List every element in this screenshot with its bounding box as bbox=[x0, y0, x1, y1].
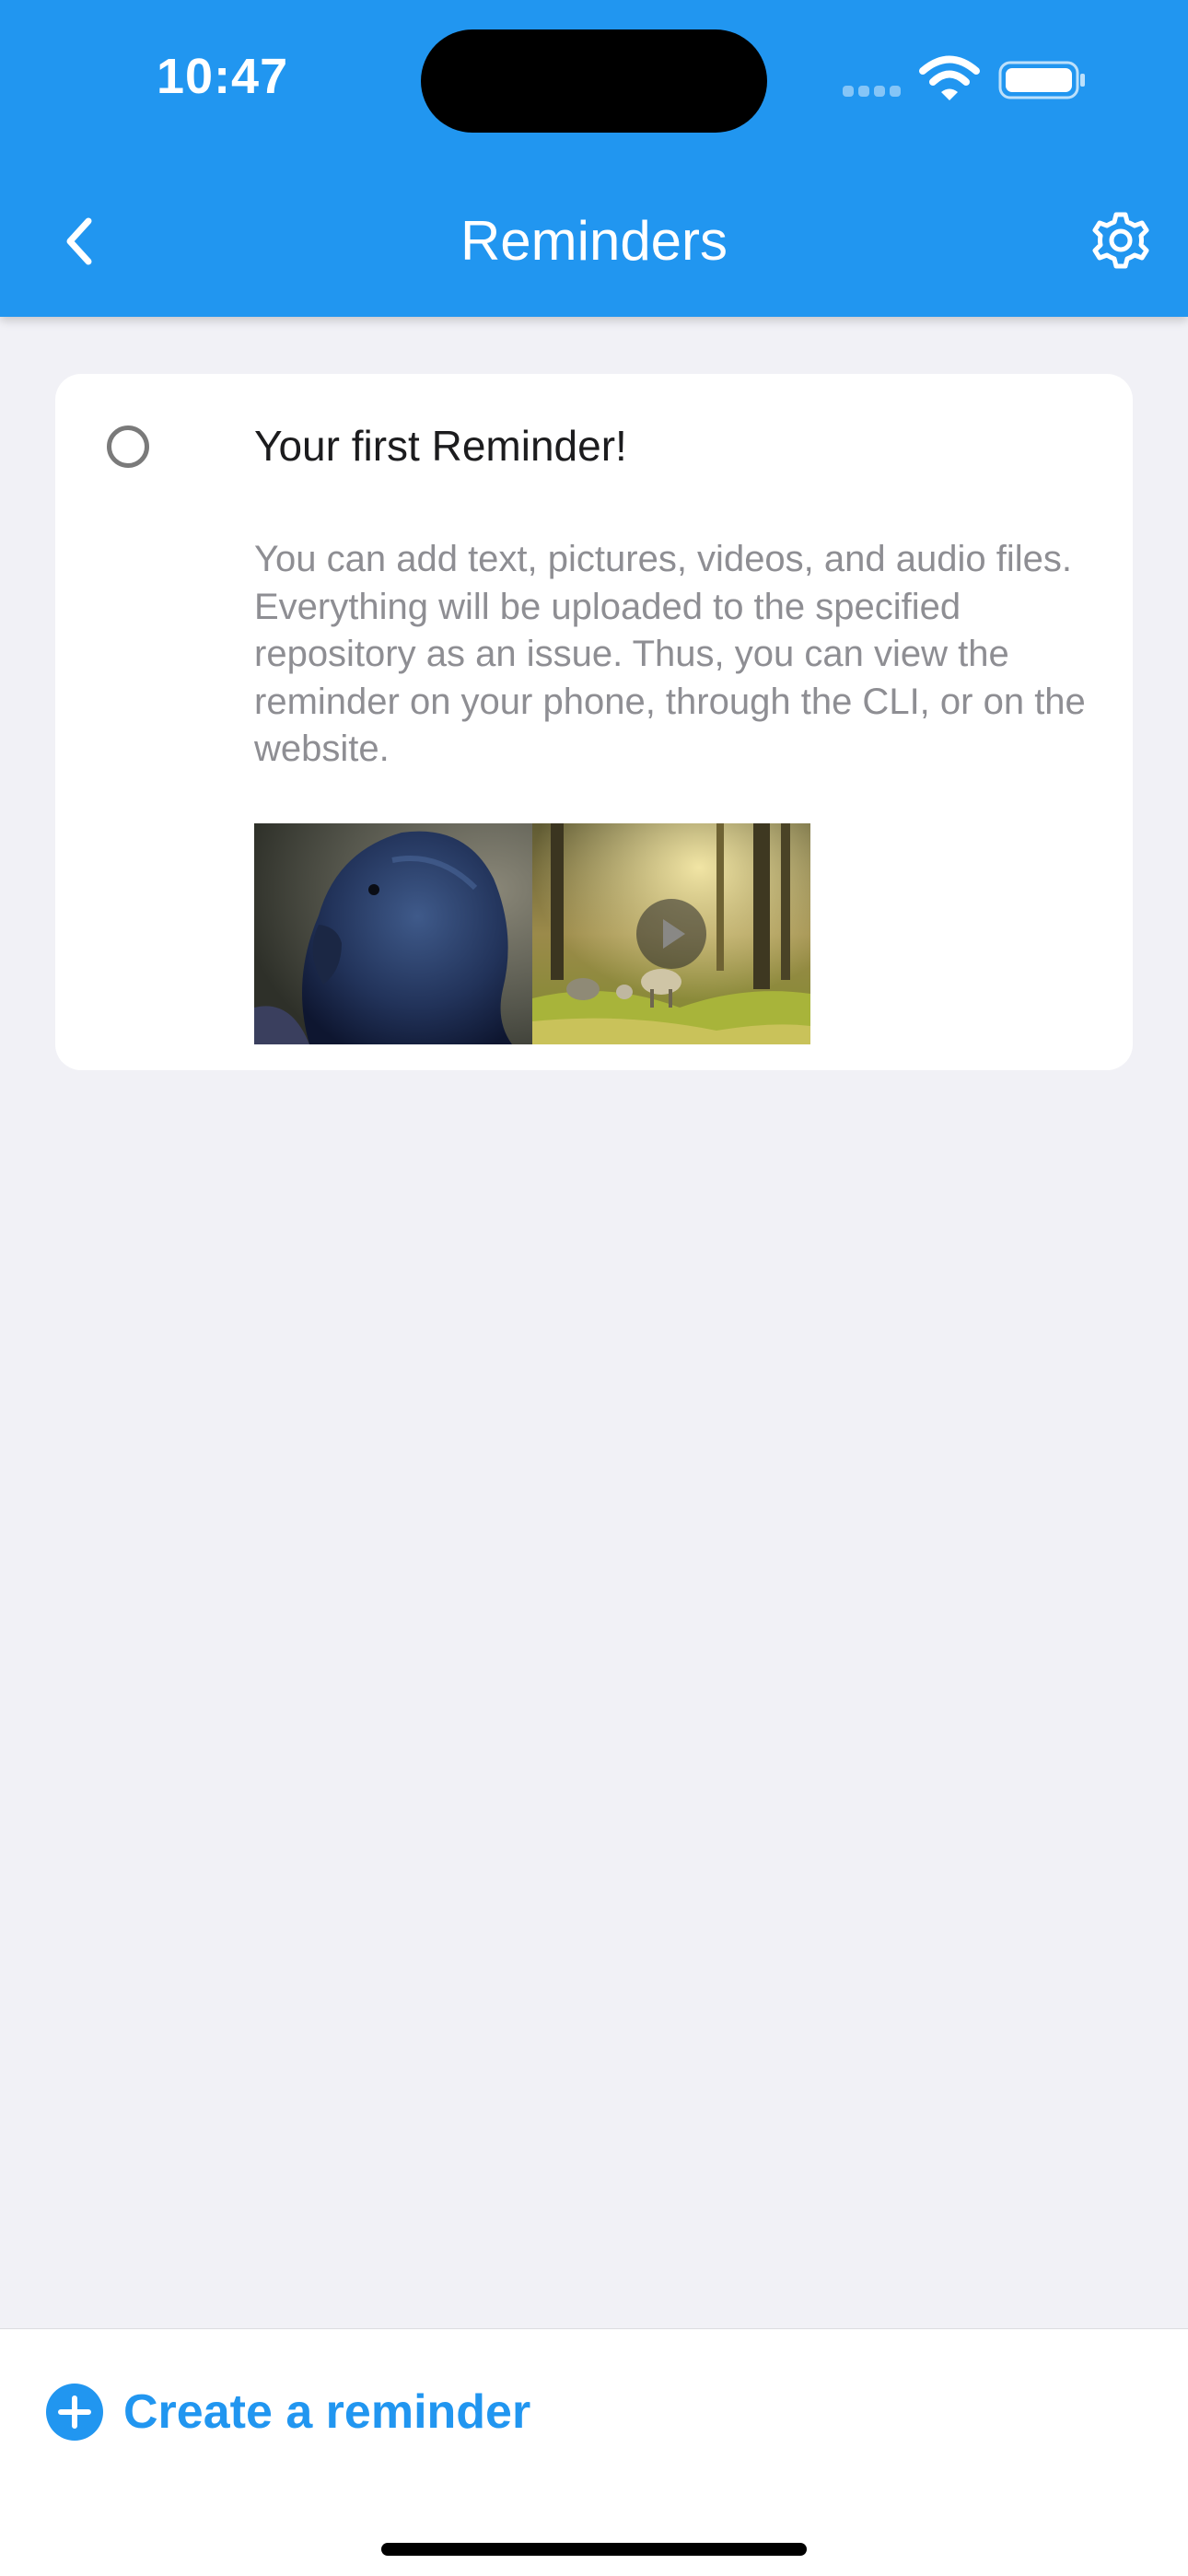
reminder-description: You can add text, pictures, videos, and … bbox=[254, 539, 1086, 769]
battery-icon bbox=[998, 61, 1085, 99]
reminder-title: Your first Reminder! bbox=[254, 422, 627, 470]
attachment-video-thumbnail[interactable] bbox=[532, 823, 810, 1044]
create-reminder-button[interactable]: Create a reminder bbox=[46, 2375, 530, 2449]
attachment-image-thumbnail[interactable] bbox=[254, 823, 532, 1044]
home-indicator bbox=[381, 2543, 807, 2556]
dynamic-island bbox=[421, 29, 767, 133]
settings-button[interactable] bbox=[1087, 204, 1155, 276]
plus-circle-icon bbox=[46, 2384, 103, 2441]
forest-sheep-video bbox=[532, 823, 810, 1044]
cellular-signal-icon bbox=[843, 85, 907, 98]
gear-icon bbox=[1092, 212, 1149, 269]
parrot-photo bbox=[254, 823, 532, 1044]
reminder-complete-checkbox[interactable] bbox=[107, 425, 149, 468]
reminder-card[interactable]: Your first Reminder! You can add text, p… bbox=[55, 374, 1133, 1070]
create-reminder-label: Create a reminder bbox=[123, 2385, 531, 2439]
status-time: 10:47 bbox=[157, 49, 289, 104]
wifi-icon bbox=[919, 55, 980, 100]
page-title: Reminders bbox=[460, 210, 728, 272]
app-header: 10:47 Reminders bbox=[0, 0, 1188, 317]
bottom-toolbar: Create a reminder bbox=[0, 2328, 1188, 2576]
